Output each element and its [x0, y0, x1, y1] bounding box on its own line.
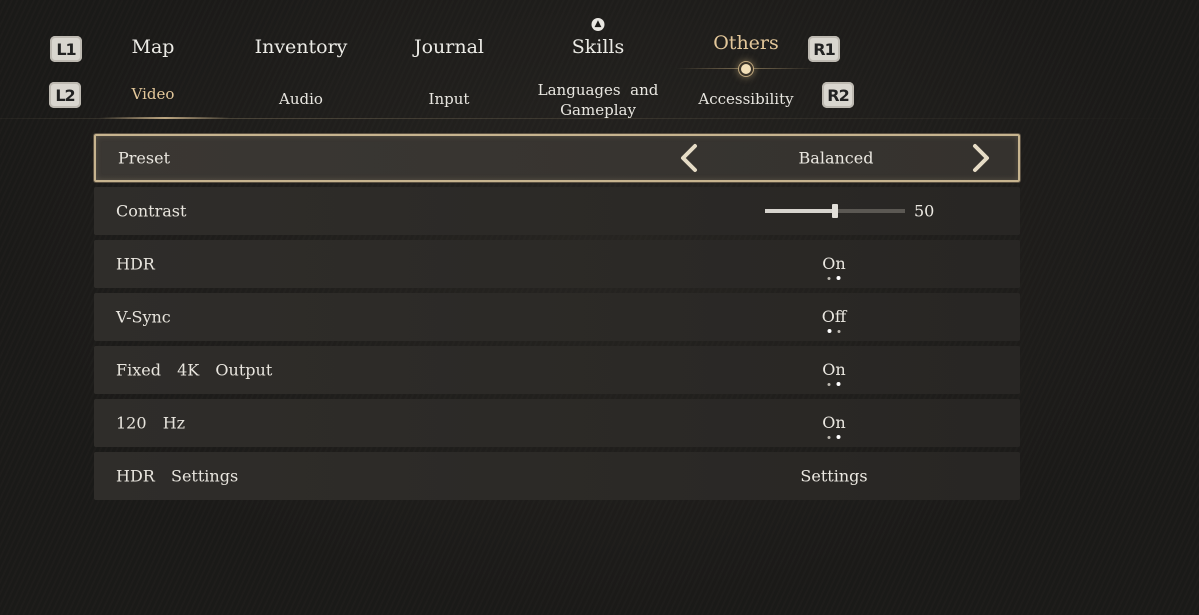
option-dot-active [827, 329, 832, 333]
setting-label: HDR [116, 254, 155, 274]
setting-row-fixed-4k-output[interactable]: Fixed 4K Output On [94, 346, 1020, 394]
setting-value: Off [821, 307, 847, 326]
setting-row-preset[interactable]: Preset Balanced [94, 134, 1020, 182]
tab-inventory[interactable]: Inventory [255, 36, 348, 58]
settings-list: Preset Balanced Contrast 50 HDR On V-Syn… [94, 134, 1020, 505]
option-dot-active [836, 435, 841, 439]
l2-button-icon[interactable]: L2 [49, 82, 81, 108]
option-dots [827, 435, 841, 439]
setting-label: Contrast [116, 201, 187, 221]
subtab-label-line2: Gameplay [560, 101, 636, 119]
tab-others[interactable]: Others [713, 32, 779, 54]
option-dot [837, 329, 841, 333]
setting-row-120hz[interactable]: 120 Hz On [94, 399, 1020, 447]
option-dot-active [836, 276, 841, 280]
subtab-label-line1: Languages and [537, 81, 659, 99]
chevron-left-icon[interactable] [678, 143, 700, 173]
setting-value: On [822, 413, 846, 432]
setting-row-contrast[interactable]: Contrast 50 [94, 187, 1020, 235]
active-tab-indicator-icon [741, 64, 751, 74]
chevron-right-icon[interactable] [970, 143, 992, 173]
setting-value: On [822, 360, 846, 379]
option-dots [827, 329, 841, 333]
slider-value: 50 [914, 201, 935, 221]
tab-journal[interactable]: Journal [414, 36, 484, 58]
l1-button-icon[interactable]: L1 [50, 36, 82, 62]
skill-point-icon: ▲ [591, 18, 605, 31]
option-dots [827, 382, 841, 386]
tab-skills[interactable]: Skills [572, 36, 625, 58]
r1-button-icon[interactable]: R1 [808, 36, 840, 62]
option-dot [827, 435, 831, 439]
subtab-accessibility[interactable]: Accessibility [698, 89, 793, 109]
option-dot [827, 276, 831, 280]
hdr-settings-button[interactable]: Settings [800, 467, 867, 486]
header-divider [0, 118, 1199, 119]
option-dots [827, 276, 841, 280]
setting-label: Fixed 4K Output [116, 360, 273, 380]
r2-button-icon[interactable]: R2 [822, 82, 854, 108]
setting-label: Preset [118, 148, 170, 168]
slider-fill [765, 209, 835, 213]
slider-handle[interactable] [832, 204, 838, 218]
setting-row-hdr[interactable]: HDR On [94, 240, 1020, 288]
setting-row-hdr-settings[interactable]: HDR Settings Settings [94, 452, 1020, 500]
tab-map[interactable]: Map [132, 36, 175, 58]
subtab-input[interactable]: Input [429, 89, 470, 109]
setting-row-vsync[interactable]: V-Sync Off [94, 293, 1020, 341]
subtab-audio[interactable]: Audio [279, 89, 323, 109]
subtab-languages-gameplay[interactable]: Languages and Gameplay [538, 80, 659, 120]
setting-value: Balanced [798, 148, 874, 168]
setting-label: HDR Settings [116, 466, 239, 486]
setting-value: On [822, 254, 846, 273]
setting-label: 120 Hz [116, 413, 186, 433]
subtab-video[interactable]: Video [132, 84, 175, 104]
option-dot-active [836, 382, 841, 386]
option-dot [827, 382, 831, 386]
contrast-slider[interactable] [765, 204, 905, 218]
setting-label: V-Sync [116, 307, 171, 327]
